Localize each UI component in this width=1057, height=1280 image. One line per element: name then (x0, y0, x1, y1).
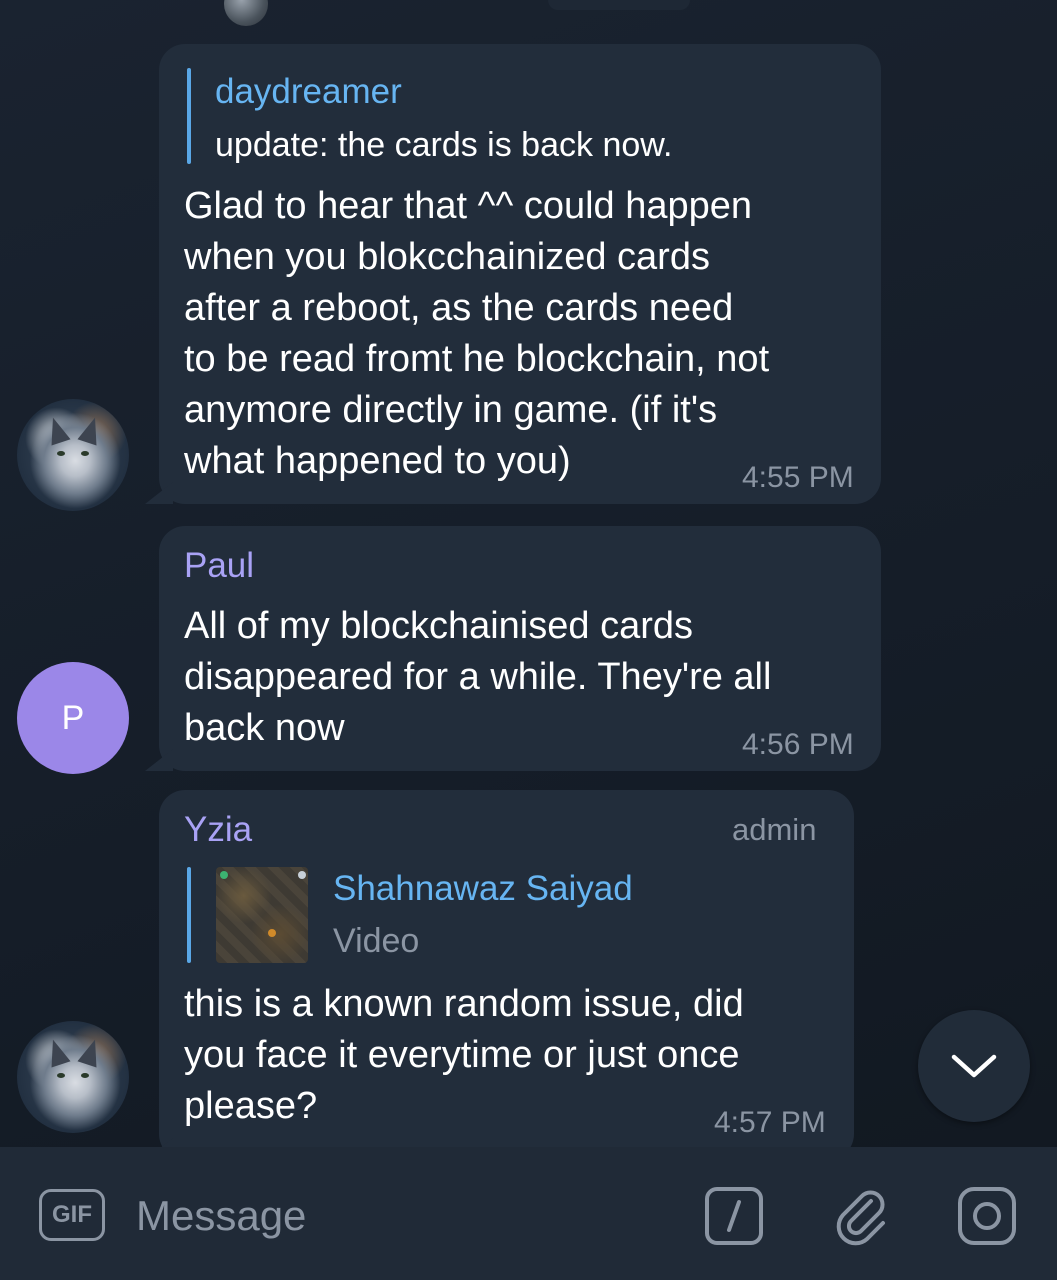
admin-badge: admin (732, 812, 817, 847)
message-text: Glad to hear that ^^ could happen when y… (184, 185, 770, 482)
avatar[interactable] (17, 399, 129, 511)
sender-name[interactable]: Yzia (184, 810, 252, 850)
chevron-down-icon (951, 1054, 997, 1078)
message-input[interactable] (136, 1186, 676, 1246)
avatar[interactable]: P (17, 662, 129, 774)
video-thumbnail[interactable] (216, 867, 308, 963)
scroll-to-bottom-button[interactable] (918, 1010, 1030, 1122)
message-time: 4:55 PM (742, 461, 854, 494)
avatar-ear (43, 414, 71, 446)
message-text: this is a known random issue, did you fa… (184, 983, 744, 1127)
avatar-initial: P (61, 698, 85, 737)
gif-label: GIF (52, 1201, 92, 1228)
previous-bubble-edge (548, 0, 690, 10)
camera-icon (958, 1187, 1016, 1245)
sender-name[interactable]: Paul (184, 546, 254, 586)
reply-quote-bar (187, 867, 191, 963)
avatar-eye (81, 451, 89, 456)
thumbnail-detail (298, 871, 306, 879)
thumbnail-detail (268, 929, 276, 937)
slash-command-icon (705, 1187, 763, 1245)
reply-text[interactable]: update: the cards is back now. (215, 126, 672, 165)
avatar-eye (57, 1073, 65, 1078)
camera-button[interactable] (955, 1184, 1019, 1248)
gif-button[interactable]: GIF (39, 1189, 105, 1241)
message-text: All of my blockchainised cards disappear… (184, 605, 772, 749)
paperclip-icon (836, 1190, 885, 1246)
reply-sender[interactable]: Shahnawaz Saiyad (333, 869, 633, 909)
reply-sender[interactable]: daydreamer (215, 72, 402, 112)
previous-avatar (224, 0, 268, 26)
avatar-ear (77, 1036, 105, 1068)
avatar[interactable] (17, 1021, 129, 1133)
avatar-ear (43, 1036, 71, 1068)
reply-media-label[interactable]: Video (333, 922, 419, 961)
message-time: 4:57 PM (714, 1106, 826, 1139)
chat-screen: daydreamer update: the cards is back now… (0, 0, 1057, 1280)
avatar-ear (77, 414, 105, 446)
message-time: 4:56 PM (742, 728, 854, 761)
thumbnail-detail (220, 871, 228, 879)
attach-button[interactable] (830, 1184, 894, 1248)
avatar-eye (57, 451, 65, 456)
avatar-eye (81, 1073, 89, 1078)
commands-button[interactable] (702, 1184, 766, 1248)
reply-quote-bar (187, 68, 191, 164)
